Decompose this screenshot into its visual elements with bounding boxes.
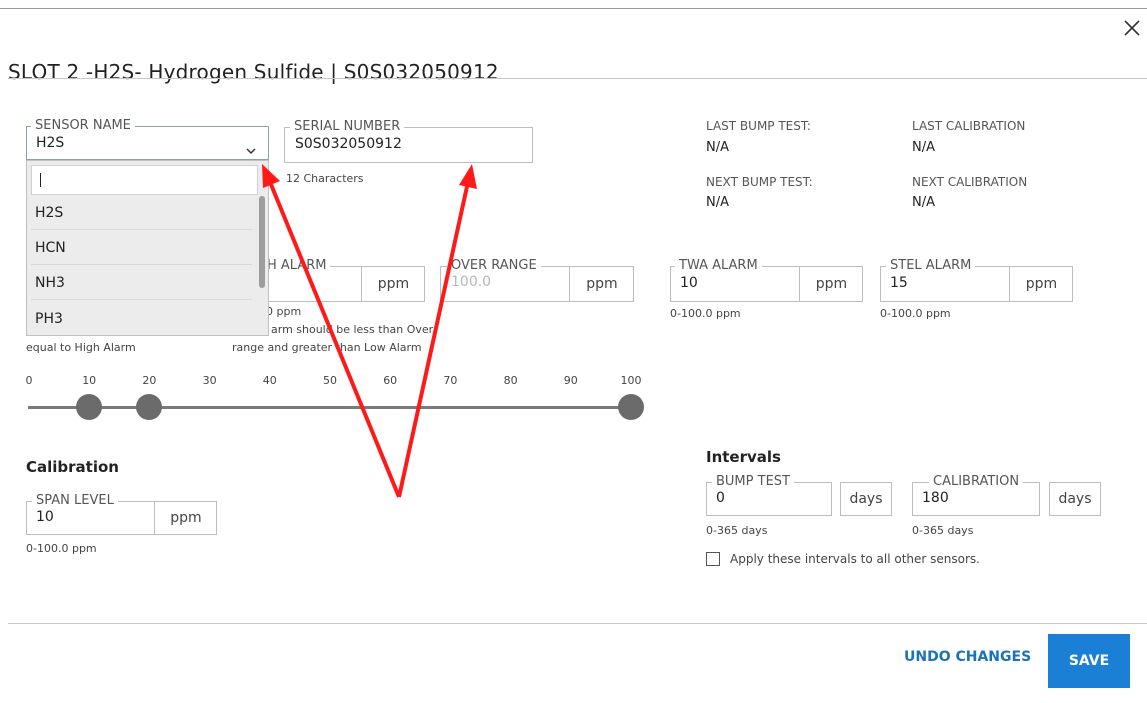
over-range-unit: ppm xyxy=(569,267,634,301)
sensor-name-label: SENSOR NAME xyxy=(31,118,135,134)
slider-knob[interactable] xyxy=(76,394,103,420)
calibration-interval-value: 180 xyxy=(922,490,949,506)
slider-knob[interactable] xyxy=(618,394,644,420)
span-level-unit: ppm xyxy=(154,502,217,534)
calibration-unit-text: days xyxy=(1058,491,1092,507)
high-alarm-label: H ALARM xyxy=(263,258,331,274)
over-range-value: 100.0 xyxy=(451,274,492,290)
high-alarm-range: 0 ppm xyxy=(266,305,302,318)
low-alarm-hint: equal to High Alarm xyxy=(26,341,136,354)
slider-tick-label: 60 xyxy=(383,374,398,387)
apply-intervals-checkbox[interactable] xyxy=(706,552,720,566)
text-caret xyxy=(40,173,41,187)
dropdown-option[interactable]: NH3 xyxy=(31,266,252,300)
over-range-field[interactable]: OVER RANGE 100.0 ppm xyxy=(440,258,634,302)
alarm-slider-track[interactable] xyxy=(28,406,631,409)
stel-alarm-label: STEL ALARM xyxy=(886,258,976,274)
slider-tick-label: 90 xyxy=(563,374,578,387)
twa-alarm-label: TWA ALARM xyxy=(675,258,762,274)
stel-alarm-value: 15 xyxy=(890,275,908,291)
span-level-range: 0-100.0 ppm xyxy=(26,542,97,555)
high-alarm-hint-line1: arm should be less than Over xyxy=(271,323,434,336)
calibration-interval-field[interactable]: CALIBRATION 180 xyxy=(912,474,1040,516)
sensor-name-select[interactable]: SENSOR NAME H2S xyxy=(26,118,269,160)
span-level-field[interactable]: SPAN LEVEL 10 ppm xyxy=(26,493,217,535)
last-calibration-value: N/A xyxy=(912,140,935,155)
undo-changes-button[interactable]: UNDO CHANGES xyxy=(904,649,1031,665)
bump-test-interval-value: 0 xyxy=(716,490,725,506)
dropdown-option[interactable]: HCN xyxy=(31,231,252,265)
dropdown-option[interactable]: PH3 xyxy=(31,302,252,336)
high-alarm-hint-line2: range and greater than Low Alarm xyxy=(232,341,422,354)
slider-tick-label: 30 xyxy=(202,374,217,387)
stel-alarm-unit: ppm xyxy=(1009,267,1073,301)
slider-knob[interactable] xyxy=(136,394,163,420)
slider-tick-label: 10 xyxy=(82,374,97,387)
bump-test-interval-field[interactable]: BUMP TEST 0 xyxy=(706,474,832,516)
header-divider xyxy=(8,78,1147,79)
high-alarm-unit: ppm xyxy=(361,267,425,301)
bump-test-interval-range: 0-365 days xyxy=(706,524,768,537)
slider-tick-label: 50 xyxy=(323,374,337,387)
next-calibration-label: NEXT CALIBRATION xyxy=(912,175,1028,189)
apply-intervals-label[interactable]: Apply these intervals to all other senso… xyxy=(730,552,980,566)
next-calibration-value: N/A xyxy=(912,195,935,210)
serial-number-label: SERIAL NUMBER xyxy=(290,119,405,135)
twa-alarm-unit: ppm xyxy=(799,267,863,301)
last-calibration-label: LAST CALIBRATION xyxy=(912,119,1026,133)
intervals-heading: Intervals xyxy=(706,448,781,466)
serial-number-hint: 12 Characters xyxy=(286,172,364,185)
calibration-heading: Calibration xyxy=(26,458,119,476)
twa-alarm-range: 0-100.0 ppm xyxy=(670,307,741,320)
sensor-name-value: H2S xyxy=(36,135,65,151)
next-bump-test-value: N/A xyxy=(706,195,729,210)
span-level-label: SPAN LEVEL xyxy=(32,493,118,509)
slider-tick-label: 80 xyxy=(503,374,518,387)
slider-tick-label: 100 xyxy=(620,374,642,387)
dropdown-scrollbar[interactable] xyxy=(259,196,265,288)
stel-alarm-range: 0-100.0 ppm xyxy=(880,307,951,320)
bump-test-unit-text: days xyxy=(849,491,883,507)
last-bump-test-label: LAST BUMP TEST: xyxy=(706,119,811,133)
dropdown-option[interactable]: H2S xyxy=(31,196,252,230)
top-divider xyxy=(0,8,1147,9)
bump-test-interval-label: BUMP TEST xyxy=(712,474,794,490)
serial-number-field[interactable]: SERIAL NUMBER S0S032050912 xyxy=(284,119,533,163)
save-button[interactable]: SAVE xyxy=(1048,634,1130,688)
twa-alarm-value: 10 xyxy=(680,275,698,291)
footer-divider xyxy=(8,623,1147,624)
calibration-interval-range: 0-365 days xyxy=(912,524,974,537)
chevron-down-icon[interactable] xyxy=(246,140,256,159)
bump-test-interval-unit: days xyxy=(840,482,892,516)
calibration-interval-unit: days xyxy=(1049,482,1101,516)
twa-alarm-field[interactable]: TWA ALARM 10 ppm xyxy=(670,258,863,302)
stel-alarm-field[interactable]: STEL ALARM 15 ppm xyxy=(880,258,1073,302)
dialog-title: SLOT 2 -H2S- Hydrogen Sulfide | S0S03205… xyxy=(8,60,499,84)
slider-tick-label: 0 xyxy=(25,374,33,387)
close-icon[interactable] xyxy=(1122,18,1142,38)
sensor-search-input[interactable] xyxy=(31,165,258,195)
last-bump-test-value: N/A xyxy=(706,140,729,155)
span-level-value: 10 xyxy=(36,509,54,525)
serial-number-value: S0S032050912 xyxy=(295,136,402,152)
over-range-label: OVER RANGE xyxy=(447,258,541,274)
calibration-interval-label: CALIBRATION xyxy=(929,474,1024,490)
slider-tick-label: 70 xyxy=(443,374,458,387)
slider-tick-label: 20 xyxy=(142,374,157,387)
annotation-arrows xyxy=(262,164,477,498)
next-bump-test-label: NEXT BUMP TEST: xyxy=(706,175,813,189)
slider-tick-label: 40 xyxy=(262,374,277,387)
